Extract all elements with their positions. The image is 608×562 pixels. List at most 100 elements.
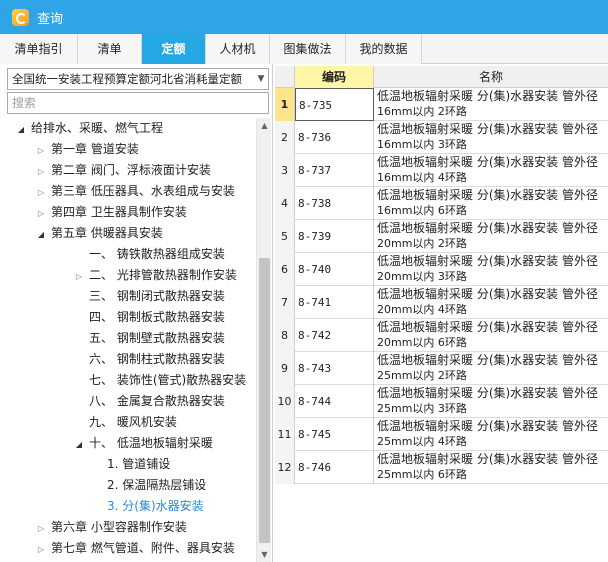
quota-name-cell[interactable]: 低温地板辐射采暖 分(集)水器安装 管外径 16mm以内 6环路 [377,188,608,219]
quota-name-cell[interactable]: 低温地板辐射采暖 分(集)水器安装 管外径 20mm以内 3环路 [377,254,608,285]
tree-node[interactable]: ▷ 第七章 燃气管道、附件、器具安装 [35,538,235,559]
collapsed-triangle-icon[interactable]: ▷ [35,203,47,224]
quota-name-line2: 20mm以内 6环路 [377,336,467,349]
tree-node-label: 一、 铸铁散热器组成安装 [89,247,225,261]
collapsed-triangle-icon[interactable]: ▷ [35,140,47,161]
tree-node[interactable]: ▷ 第二章 阀门、浮标液面计安装 [35,160,211,181]
tree-node[interactable]: 四、 钢制板式散热器安装 [73,307,225,328]
row-number: 7 [275,286,295,319]
table-row[interactable]: 1 8-735 低温地板辐射采暖 分(集)水器安装 管外径 16mm以内 2环路 [275,88,608,121]
tree-node[interactable]: 五、 钢制壁式散热器安装 [73,328,225,349]
quota-name-cell[interactable]: 低温地板辐射采暖 分(集)水器安装 管外径 20mm以内 2环路 [377,221,608,252]
quota-name-cell[interactable]: 低温地板辐射采暖 分(集)水器安装 管外径 25mm以内 2环路 [377,353,608,384]
table-row[interactable]: 2 8-736 低温地板辐射采暖 分(集)水器安装 管外径 16mm以内 3环路 [275,121,608,154]
tree-node[interactable]: 3. 分(集)水器安装 [91,496,204,517]
tree-node[interactable]: ◢ 十、 低温地板辐射采暖 [73,433,213,454]
quota-code-cell[interactable]: 8-740 [295,253,374,286]
tab-bill[interactable]: 清单 [78,34,142,64]
quota-name-cell[interactable]: 低温地板辐射采暖 分(集)水器安装 管外径 16mm以内 3环路 [377,122,608,153]
quota-name-line1: 低温地板辐射采暖 分(集)水器安装 管外径 [377,386,598,400]
quota-name-cell[interactable]: 低温地板辐射采暖 分(集)水器安装 管外径 20mm以内 4环路 [377,287,608,318]
row-number: 4 [275,187,295,220]
tab-atlas-method[interactable]: 图集做法 [270,34,346,64]
expanded-triangle-icon[interactable]: ◢ [73,434,85,455]
quota-code-cell[interactable]: 8-746 [295,451,374,484]
quota-name-cell[interactable]: 低温地板辐射采暖 分(集)水器安装 管外径 25mm以内 4环路 [377,419,608,450]
left-panel: 全国统一安装工程预算定额河北省消耗量定额 ▼ ◢ 给排水、采暖、燃气工程 ▷ 第一章 … [0,64,273,562]
row-number: 2 [275,121,295,154]
table-row[interactable]: 4 8-738 低温地板辐射采暖 分(集)水器安装 管外径 16mm以内 6环路 [275,187,608,220]
table-row[interactable]: 6 8-740 低温地板辐射采暖 分(集)水器安装 管外径 20mm以内 3环路 [275,253,608,286]
table-row[interactable]: 12 8-746 低温地板辐射采暖 分(集)水器安装 管外径 25mm以内 6环路 [275,451,608,484]
tab-bill-guide[interactable]: 清单指引 [0,34,78,64]
tab-quota[interactable]: 定额 [142,34,206,64]
collapsed-triangle-icon[interactable]: ▷ [35,182,47,203]
tree-node[interactable]: 九、 暖风机安装 [73,412,177,433]
chevron-down-icon[interactable]: ▼ [254,74,268,84]
quota-code-cell[interactable]: 8-743 [295,352,374,385]
table-row[interactable]: 11 8-745 低温地板辐射采暖 分(集)水器安装 管外径 25mm以内 4环路 [275,418,608,451]
collapsed-triangle-icon[interactable]: ▷ [35,539,47,560]
quota-table: 编码 名称 1 8-735 低温地板辐射采暖 分(集)水器安装 管外径 16mm以内 … [275,66,608,562]
quota-code-cell[interactable]: 8-744 [295,385,374,418]
tab-labor-material-machine[interactable]: 人材机 [206,34,270,64]
quota-code-cell[interactable]: 8-736 [295,121,374,154]
tree-node[interactable]: ◢ 第五章 供暖器具安装 [35,223,163,244]
collapsed-triangle-icon[interactable]: ▷ [35,518,47,539]
tree-node[interactable]: 三、 钢制闭式散热器安装 [73,286,225,307]
collapsed-triangle-icon[interactable]: ▷ [35,161,47,182]
tree-node[interactable]: ▷ 第一章 管道安装 [35,139,139,160]
table-row[interactable]: 10 8-744 低温地板辐射采暖 分(集)水器安装 管外径 25mm以内 3环路 [275,385,608,418]
tree-node[interactable]: ▷ 第四章 卫生器具制作安装 [35,202,187,223]
scroll-down-icon[interactable]: ▼ [257,547,272,562]
tree-node[interactable]: ▷ 第三章 低压器具、水表组成与安装 [35,181,235,202]
tree-node[interactable]: 七、 装饰性(管式)散热器安装 [73,370,246,391]
tree-scrollbar[interactable]: ▲ ▼ [256,118,271,562]
tree-node[interactable]: 八、 金属复合散热器安装 [73,391,225,412]
tree-node[interactable]: 一、 铸铁散热器组成安装 [73,244,225,265]
tab-my-data[interactable]: 我的数据 [346,34,422,64]
quota-name-cell[interactable]: 低温地板辐射采暖 分(集)水器安装 管外径 25mm以内 6环路 [377,452,608,483]
table-row[interactable]: 8 8-742 低温地板辐射采暖 分(集)水器安装 管外径 20mm以内 6环路 [275,319,608,352]
tree-node-label: 第三章 低压器具、水表组成与安装 [51,184,235,198]
collapsed-triangle-icon[interactable]: ▷ [73,266,85,287]
table-row[interactable]: 5 8-739 低温地板辐射采暖 分(集)水器安装 管外径 20mm以内 2环路 [275,220,608,253]
scroll-up-icon[interactable]: ▲ [257,118,272,133]
table-row[interactable]: 9 8-743 低温地板辐射采暖 分(集)水器安装 管外径 25mm以内 2环路 [275,352,608,385]
quota-name-line1: 低温地板辐射采暖 分(集)水器安装 管外径 [377,155,598,169]
column-header-name[interactable]: 名称 [374,66,608,88]
tree-node[interactable]: 2. 保温隔热层铺设 [91,475,206,496]
quota-name-line1: 低温地板辐射采暖 分(集)水器安装 管外径 [377,452,598,466]
quota-code-cell[interactable]: 8-739 [295,220,374,253]
expanded-triangle-icon[interactable]: ◢ [35,224,47,245]
tree-node[interactable]: 六、 钢制柱式散热器安装 [73,349,225,370]
quota-name-line2: 20mm以内 2环路 [377,237,467,250]
expanded-triangle-icon[interactable]: ◢ [15,119,27,140]
tree-node[interactable]: ◢ 给排水、采暖、燃气工程 [15,118,163,139]
quota-code-cell[interactable]: 8-745 [295,418,374,451]
tree-node[interactable]: 1. 管道铺设 [91,454,170,475]
table-row[interactable]: 7 8-741 低温地板辐射采暖 分(集)水器安装 管外径 20mm以内 4环路 [275,286,608,319]
quota-book-select[interactable]: 全国统一安装工程预算定额河北省消耗量定额 ▼ [7,68,269,90]
tree-node-label: 第七章 燃气管道、附件、器具安装 [51,541,235,555]
tree-node-label: 1. 管道铺设 [107,457,171,471]
scrollbar-thumb[interactable] [259,258,270,543]
quota-code-cell[interactable]: 8-741 [295,286,374,319]
quota-code-cell[interactable]: 8-735 [295,88,374,121]
window-title: 查询 [37,11,64,27]
quota-name-cell[interactable]: 低温地板辐射采暖 分(集)水器安装 管外径 25mm以内 3环路 [377,386,608,417]
title-bar: 查询 [0,0,608,34]
tree-node[interactable]: ▷ 二、 光排管散热器制作安装 [73,265,237,286]
table-row[interactable]: 3 8-737 低温地板辐射采暖 分(集)水器安装 管外径 16mm以内 4环路 [275,154,608,187]
tree-node[interactable]: ▷ 第六章 小型容器制作安装 [35,517,187,538]
quota-code-cell[interactable]: 8-742 [295,319,374,352]
quota-name-cell[interactable]: 低温地板辐射采暖 分(集)水器安装 管外径 16mm以内 4环路 [377,155,608,186]
quota-name-cell[interactable]: 低温地板辐射采暖 分(集)水器安装 管外径 16mm以内 2环路 [377,89,608,120]
quota-code-cell[interactable]: 8-737 [295,154,374,187]
column-header-code[interactable]: 编码 [295,66,374,88]
quota-name-cell[interactable]: 低温地板辐射采暖 分(集)水器安装 管外径 20mm以内 6环路 [377,320,608,351]
tree-node-label: 第六章 小型容器制作安装 [51,520,187,534]
tree-node-label: 第一章 管道安装 [51,142,139,156]
quota-code-cell[interactable]: 8-738 [295,187,374,220]
search-input[interactable] [7,92,269,114]
